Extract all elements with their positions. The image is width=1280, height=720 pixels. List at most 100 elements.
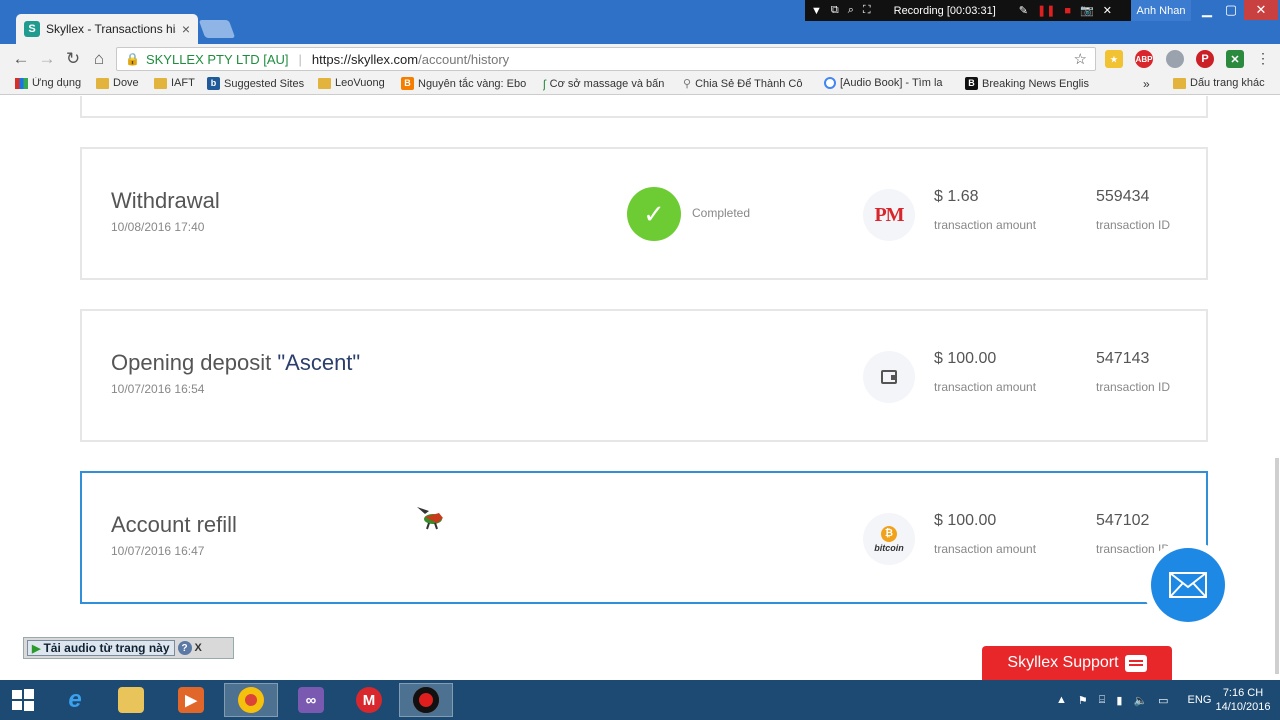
help-icon[interactable]: ? xyxy=(177,641,192,655)
audio-download-toolbar: ▶ Tải audio từ trang này ? X xyxy=(23,637,234,659)
forward-icon[interactable]: → xyxy=(36,48,58,70)
recorder-close-icon[interactable]: ✕ xyxy=(1103,4,1112,17)
recorder-window-icon[interactable]: ⧉ xyxy=(831,4,839,17)
link-icon: ⚲ xyxy=(683,78,692,90)
taskbar-chrome[interactable] xyxy=(224,683,278,717)
minimize-icon[interactable]: ▁ xyxy=(1194,0,1220,20)
taskbar-visual-studio[interactable]: ∞ xyxy=(284,683,338,717)
url-host: https://skyllex.com xyxy=(311,51,419,67)
bookmark-item[interactable]: b Suggested Sites xyxy=(207,77,311,90)
transaction-amount: $ 1.68 xyxy=(934,188,979,205)
windows-logo-icon xyxy=(12,689,34,711)
bing-icon: b xyxy=(207,77,220,90)
bookmarks-bar: Ứng dụng Dove IAFT b Suggested Sites Leo… xyxy=(0,74,1280,95)
back-icon[interactable]: ← xyxy=(10,48,32,70)
bookmark-label: Suggested Sites xyxy=(224,77,305,90)
b-icon: B xyxy=(965,77,978,90)
taskbar-internet-explorer[interactable]: e xyxy=(48,683,102,717)
bookmark-item[interactable]: Ứng dụng xyxy=(15,77,90,89)
bookmark-item[interactable]: ⚲ Chia Sẻ Để Thành Cô xyxy=(683,77,813,91)
other-bookmarks[interactable]: Dấu trang khác xyxy=(1173,77,1277,89)
show-hidden-icons[interactable]: ▲ xyxy=(1056,694,1067,706)
close-icon[interactable]: X xyxy=(195,642,202,654)
bookmark-item[interactable]: IAFT xyxy=(154,77,200,89)
transaction-id: 547102 xyxy=(1096,512,1150,529)
recorder-camera-icon[interactable]: 📷 xyxy=(1080,4,1094,17)
bookmark-item[interactable]: B Breaking News Englis xyxy=(965,77,1095,90)
recorder-pen-icon[interactable]: ✎ xyxy=(1019,4,1028,17)
blogger-icon: B xyxy=(401,77,414,90)
download-audio-label: Tải audio từ trang này xyxy=(43,641,170,655)
input-language[interactable]: ENG xyxy=(1188,694,1212,706)
bookmarks-overflow-button[interactable]: » xyxy=(1143,77,1150,91)
transaction-card[interactable]: Opening deposit "Ascent" 10/07/2016 16:5… xyxy=(80,309,1208,442)
browser-menu-icon[interactable]: ⋮ xyxy=(1256,50,1270,67)
taskbar-file-explorer[interactable] xyxy=(104,683,158,717)
media-player-icon: ▶ xyxy=(178,687,204,713)
tab-close-icon[interactable]: × xyxy=(182,21,190,37)
recorder-dropdown-icon[interactable]: ▼ xyxy=(811,5,822,17)
transaction-id-label: transaction ID xyxy=(1096,218,1171,232)
tab-title: Skyllex - Transactions his xyxy=(46,22,176,36)
volume-icon[interactable]: 🔈 xyxy=(1133,694,1147,707)
action-center-flag-icon[interactable]: ⚑ xyxy=(1078,694,1088,707)
recorder-zoom-icon[interactable]: ⌕ xyxy=(848,4,854,17)
home-icon[interactable]: ⌂ xyxy=(88,48,110,70)
payment-method-badge xyxy=(863,351,915,403)
close-window-icon[interactable]: ✕ xyxy=(1244,0,1278,20)
recorder-stop-icon[interactable]: ■ xyxy=(1064,5,1071,17)
taskbar-mega[interactable]: M xyxy=(342,683,396,717)
bookmark-item[interactable]: [Audio Book] - Tìm la xyxy=(824,77,954,89)
bookmark-label: Dấu trang khác xyxy=(1190,77,1265,89)
status-label: Completed xyxy=(692,206,751,220)
transaction-type: Account refill xyxy=(111,512,237,537)
adblock-icon[interactable]: ABP xyxy=(1135,50,1153,68)
bookmark-label: [Audio Book] - Tìm la xyxy=(840,77,943,89)
bookmark-item[interactable]: B Nguyên tắc vàng: Ebo xyxy=(401,77,531,90)
start-button[interactable] xyxy=(0,683,46,717)
bookmark-item[interactable]: Dove xyxy=(96,77,148,89)
transaction-date: 10/08/2016 17:40 xyxy=(111,220,205,234)
transaction-card[interactable]: Account refill 10/07/2016 16:47 ₿ bitcoi… xyxy=(80,471,1208,604)
browser-tab[interactable]: S Skyllex - Transactions his × xyxy=(16,14,198,44)
windows-user-label: Anh Nhan xyxy=(1131,0,1191,21)
transaction-card[interactable]: Withdrawal 10/08/2016 17:40 ✓ Completed … xyxy=(80,147,1208,280)
device-icon[interactable]: ⌸ xyxy=(1099,694,1106,707)
taskbar-media-player[interactable]: ▶ xyxy=(164,683,218,717)
chat-icon xyxy=(1124,654,1147,672)
bookmark-star-icon[interactable]: ☆ xyxy=(1074,50,1087,68)
contact-mail-button[interactable] xyxy=(1143,541,1233,629)
recorder-region-icon[interactable]: ⛶ xyxy=(863,4,871,17)
envelope-icon xyxy=(1169,572,1207,598)
maximize-icon[interactable]: ▢ xyxy=(1218,0,1244,20)
network-icon[interactable]: ▭ xyxy=(1158,694,1168,707)
transaction-type: Opening deposit xyxy=(111,350,278,375)
bookmark-label: Dove xyxy=(113,77,139,89)
transaction-card[interactable] xyxy=(80,96,1208,118)
transaction-amount-label: transaction amount xyxy=(934,380,1037,394)
support-chat-button[interactable]: Skyllex Support xyxy=(982,646,1172,680)
extension-cube-icon[interactable] xyxy=(1166,50,1184,68)
taskbar-recorder[interactable] xyxy=(399,683,453,717)
bookmark-label: Cơ sở massage và bấn xyxy=(549,78,665,90)
file-explorer-icon xyxy=(118,687,144,713)
recorder-pause-icon[interactable]: ❚❚ xyxy=(1037,4,1055,17)
chrome-icon xyxy=(824,77,836,89)
new-tab-button[interactable] xyxy=(198,20,236,38)
download-audio-button[interactable]: ▶ Tải audio từ trang này xyxy=(27,640,175,656)
clock-time: 7:16 CH xyxy=(1222,687,1264,699)
bookmark-item[interactable]: LeoVuong xyxy=(318,77,394,89)
bookmark-label: Ứng dụng xyxy=(32,77,82,89)
reload-icon[interactable]: ↻ xyxy=(62,48,84,70)
bookmark-label: LeoVuong xyxy=(335,77,385,89)
payment-method-badge: ₿ bitcoin xyxy=(863,513,915,565)
address-bar[interactable]: 🔒 SKYLLEX PTY LTD [AU] | https://skyllex… xyxy=(116,47,1096,71)
signal-icon[interactable]: ▮ xyxy=(1116,694,1122,707)
extension-star-icon[interactable]: ★ xyxy=(1105,50,1123,68)
scrollbar[interactable] xyxy=(1275,458,1279,674)
ev-certificate-label[interactable]: SKYLLEX PTY LTD [AU] xyxy=(146,52,289,67)
bookmark-item[interactable]: ʃ Cơ sở massage và bấn xyxy=(543,77,673,91)
extension-x-icon[interactable]: ✕ xyxy=(1226,50,1244,68)
clock[interactable]: 7:16 CH 14/10/2016 xyxy=(1210,686,1276,714)
pinterest-icon[interactable]: P xyxy=(1196,50,1214,68)
